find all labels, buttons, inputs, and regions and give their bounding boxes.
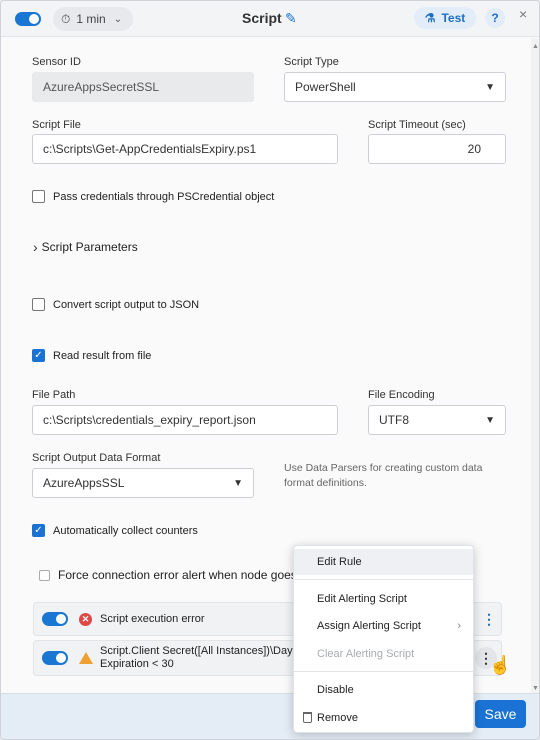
scroll-down-icon[interactable]: ▼	[532, 685, 539, 692]
checkbox-box[interactable]	[32, 298, 45, 311]
scroll-up-icon[interactable]: ▲	[532, 43, 539, 50]
hand-cursor-icon: ☝	[489, 655, 512, 675]
file-path-input[interactable]: c:\Scripts\credentials_expiry_report.jso…	[32, 405, 338, 435]
more-options-icon[interactable]: ⋮	[482, 611, 496, 628]
menu-item-label: Remove	[317, 712, 358, 724]
context-menu: Edit Rule Edit Alerting Script Assign Al…	[293, 545, 474, 733]
convert-json-checkbox[interactable]: Convert script output to JSON	[32, 298, 199, 311]
script-parameters-expander[interactable]: › Script Parameters	[33, 239, 138, 255]
scrollbar[interactable]	[531, 38, 539, 693]
output-format-value: AzureAppsSSL	[43, 476, 125, 490]
checkbox-box[interactable]	[32, 190, 45, 203]
file-encoding-select[interactable]: UTF8 ▼	[368, 405, 506, 435]
menu-item-edit-rule[interactable]: Edit Rule	[294, 549, 473, 575]
output-format-label: Script Output Data Format	[32, 452, 161, 464]
menu-item-label: Assign Alerting Script	[317, 620, 421, 632]
auto-collect-label: Automatically collect counters	[53, 524, 198, 537]
help-button[interactable]: ?	[485, 8, 505, 28]
script-file-label: Script File	[32, 119, 81, 131]
read-result-checkbox[interactable]: ✓ Read result from file	[32, 349, 151, 362]
chevron-down-icon: ▼	[485, 81, 495, 93]
file-encoding-value: UTF8	[379, 413, 409, 427]
checkmark-icon[interactable]: ✓	[32, 524, 45, 537]
script-type-select[interactable]: PowerShell ▼	[284, 72, 506, 102]
checkmark-icon[interactable]: ✓	[32, 349, 45, 362]
script-dialog: ⏱ 1 min ⌄ Script ✎ ⚗ Test ? × ▲ ▼ Sensor…	[0, 0, 540, 740]
test-button-label: Test	[441, 11, 466, 25]
test-button[interactable]: ⚗ Test	[414, 7, 476, 29]
edit-title-pencil-icon[interactable]: ✎	[285, 10, 297, 27]
close-icon[interactable]: ×	[519, 6, 527, 22]
convert-json-label: Convert script output to JSON	[53, 298, 200, 311]
script-timeout-label: Script Timeout (sec)	[368, 119, 466, 131]
output-format-hint: Use Data Parsers for creating custom dat…	[284, 462, 483, 489]
warning-icon	[79, 652, 93, 664]
rule-name: Script execution error	[100, 613, 205, 625]
chevron-down-icon: ⌄	[113, 13, 123, 25]
checkbox-box[interactable]	[39, 569, 50, 581]
sensor-id-label: Sensor ID	[32, 56, 81, 68]
menu-item-edit-alerting-script[interactable]: Edit Alerting Script	[294, 586, 473, 612]
save-button[interactable]: Save	[475, 700, 526, 728]
chevron-right-icon: ›	[457, 620, 461, 632]
rule-enabled-toggle[interactable]	[42, 651, 68, 665]
pass-credentials-label: Pass credentials through PSCredential ob…	[53, 190, 275, 203]
rule-name: Script.Client Secret([All Instances])\Da…	[100, 645, 298, 671]
force-alert-checkbox[interactable]: Force connection error alert when node g…	[39, 568, 297, 582]
rule-name-line1: Script.Client Secret([All Instances])\Da…	[100, 645, 299, 657]
menu-item-disable[interactable]: Disable	[294, 677, 473, 703]
flask-icon: ⚗	[424, 11, 436, 25]
read-result-label: Read result from file	[53, 349, 152, 362]
script-timeout-input[interactable]: 20	[368, 134, 506, 164]
dialog-header: ⏱ 1 min ⌄ Script ✎ ⚗ Test ? ×	[1, 1, 539, 37]
menu-divider	[294, 671, 473, 672]
pass-credentials-checkbox[interactable]: Pass credentials through PSCredential ob…	[32, 190, 274, 203]
chevron-down-icon: ▼	[233, 477, 243, 489]
error-icon: ✕	[79, 613, 92, 626]
file-encoding-label: File Encoding	[368, 389, 435, 401]
menu-item-remove[interactable]: Remove	[294, 705, 473, 731]
menu-divider	[294, 579, 473, 580]
sensor-id-field: AzureAppsSecretSSL	[32, 72, 254, 102]
menu-item-assign-alerting-script[interactable]: Assign Alerting Script ›	[294, 613, 473, 639]
interval-value: 1 min	[76, 12, 106, 26]
chevron-right-icon: ›	[33, 239, 38, 255]
stopwatch-icon: ⏱	[61, 11, 71, 26]
script-type-label: Script Type	[284, 56, 339, 68]
script-file-input[interactable]: c:\Scripts\Get-AppCredentialsExpiry.ps1	[32, 134, 338, 164]
auto-collect-checkbox[interactable]: ✓ Automatically collect counters	[32, 524, 198, 537]
chevron-down-icon: ▼	[485, 414, 495, 426]
rule-enabled-toggle[interactable]	[42, 612, 68, 626]
interval-selector[interactable]: ⏱ 1 min ⌄	[53, 7, 133, 31]
force-alert-label: Force connection error alert when node g…	[58, 568, 297, 582]
output-format-select[interactable]: AzureAppsSSL ▼	[32, 468, 254, 498]
rule-name-line2: Expiration < 30	[100, 658, 174, 670]
script-type-value: PowerShell	[295, 80, 356, 94]
script-parameters-label: Script Parameters	[41, 240, 138, 254]
trash-icon	[303, 712, 312, 723]
page-title: Script	[242, 10, 282, 26]
file-path-label: File Path	[32, 389, 76, 401]
menu-item-clear-alerting-script: Clear Alerting Script	[317, 648, 415, 660]
sensor-enabled-toggle[interactable]	[15, 12, 41, 26]
